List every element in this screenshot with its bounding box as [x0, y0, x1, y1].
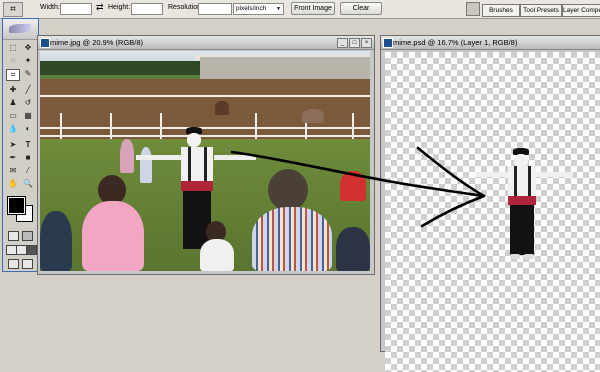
- width-field[interactable]: [60, 3, 92, 15]
- fence-rail: [40, 95, 370, 97]
- front-image-button[interactable]: Front Image: [291, 2, 335, 15]
- resolution-unit-value: pixels/inch: [236, 5, 267, 12]
- clear-button[interactable]: Clear: [340, 2, 382, 15]
- pen-icon[interactable]: ✒: [7, 153, 19, 163]
- options-bar: ⌗ Width: ⇄ Height: Resolution: pixels/in…: [0, 0, 600, 19]
- height-label: Height:: [108, 4, 131, 11]
- person-red: [340, 171, 366, 201]
- child-blue: [140, 147, 152, 183]
- mime-suspender: [204, 147, 207, 181]
- dodge-icon[interactable]: ◐: [22, 124, 34, 134]
- window-titlebar[interactable]: mime.psd @ 16.7% (Layer 1, RGB/8): [381, 36, 600, 50]
- marquee-icon[interactable]: ⬚: [7, 43, 19, 53]
- tab-tool-presets[interactable]: Tool Presets: [520, 4, 562, 17]
- spectator-striped-shirt: [252, 207, 332, 271]
- eraser-icon[interactable]: ▭: [7, 111, 19, 121]
- photo-canvas[interactable]: [40, 51, 370, 271]
- close-icon[interactable]: ×: [361, 38, 372, 48]
- quick-mask-icon[interactable]: [22, 231, 33, 241]
- maximize-icon[interactable]: □: [349, 38, 360, 48]
- gradient-icon[interactable]: ▦: [22, 111, 34, 121]
- jump-to-icon[interactable]: [22, 259, 33, 269]
- shape-icon[interactable]: ■: [22, 153, 34, 163]
- width-label: Width:: [40, 4, 60, 11]
- mime-face: [187, 133, 201, 147]
- crop-icon[interactable]: ⌗: [3, 2, 23, 17]
- mime-pants: [510, 205, 534, 255]
- document-window-psd[interactable]: mime.psd @ 16.7% (Layer 1, RGB/8): [380, 35, 600, 372]
- hand-icon[interactable]: ✋: [7, 179, 19, 189]
- adobe-online-icon[interactable]: [9, 24, 31, 33]
- clone-stamp-icon[interactable]: ♟: [7, 98, 19, 108]
- tab-layer-comps[interactable]: Layer Compe: [562, 4, 600, 17]
- brush-icon[interactable]: ╱: [22, 85, 34, 95]
- mime-shirt: [508, 166, 536, 197]
- spectator-pink-shirt: [82, 201, 144, 271]
- mime-sash: [508, 196, 536, 205]
- move-icon[interactable]: ✥: [22, 43, 34, 53]
- type-icon[interactable]: T: [22, 140, 34, 150]
- palette-well-icon[interactable]: [466, 2, 480, 16]
- crop-tool-icon[interactable]: ⌗: [6, 69, 20, 81]
- path-select-icon[interactable]: ➤: [7, 140, 19, 150]
- child-pink: [120, 139, 134, 173]
- resolution-unit-select[interactable]: pixels/inch ▼: [233, 3, 284, 15]
- toolbox: ⬚ ✥ ◌ ✦ ⌗ ✎ ✚ ╱ ♟ ↺ ▭ ▦ 💧 ◐ ➤ T ✒ ■ ✉ ⁄ …: [2, 18, 39, 272]
- mime-arm-right: [214, 155, 256, 160]
- transparent-canvas[interactable]: [385, 52, 600, 372]
- fence-rail: [40, 127, 370, 129]
- screen-mode-full-icon[interactable]: [26, 245, 37, 255]
- resolution-field[interactable]: [198, 3, 232, 15]
- standard-mode-icon[interactable]: [8, 231, 19, 241]
- document-icon: [383, 38, 393, 48]
- blur-icon[interactable]: 💧: [7, 124, 19, 134]
- window-title: mime.jpg @ 20.9% (RGB/8): [50, 38, 144, 47]
- rider-left: [215, 101, 229, 115]
- rider-right: [302, 109, 324, 123]
- document-window-jpg[interactable]: mime.jpg @ 20.9% (RGB/8) _ □ ×: [37, 35, 375, 275]
- swap-icon[interactable]: ⇄: [96, 2, 104, 13]
- spectator-dark: [336, 227, 370, 271]
- spectator-dark: [40, 211, 72, 271]
- mime-sash: [181, 181, 213, 191]
- toolbox-header: [3, 19, 38, 40]
- mime-suspender: [528, 166, 531, 197]
- fence-rail: [40, 135, 370, 137]
- document-icon: [40, 38, 50, 48]
- zoom-icon[interactable]: 🔍: [22, 179, 34, 189]
- minimize-icon[interactable]: _: [337, 38, 348, 48]
- jump-to-imageready-icon[interactable]: [8, 259, 19, 269]
- palette-well: Brushes Tool Presets Layer Compe: [460, 0, 600, 18]
- mime-shirt: [181, 147, 213, 181]
- mime-suspender: [514, 166, 517, 197]
- window-title: mime.psd @ 16.7% (Layer 1, RGB/8): [393, 38, 518, 47]
- lasso-icon[interactable]: ◌: [7, 56, 19, 66]
- mime-shoe: [510, 254, 520, 259]
- foreground-color-swatch[interactable]: [7, 196, 26, 215]
- spectator-head: [268, 169, 308, 211]
- mime-shoe: [524, 254, 534, 259]
- mime-arm-right: [535, 172, 573, 177]
- mime-arm-left: [136, 155, 186, 160]
- girl-white-shirt: [200, 239, 234, 271]
- chevron-down-icon: ▼: [276, 6, 281, 12]
- magic-wand-icon[interactable]: ✦: [22, 56, 34, 66]
- healing-brush-icon[interactable]: ✚: [7, 85, 19, 95]
- history-brush-icon[interactable]: ↺: [22, 98, 34, 108]
- window-titlebar[interactable]: mime.jpg @ 20.9% (RGB/8) _ □ ×: [38, 36, 374, 50]
- eyedropper-icon[interactable]: ⁄: [22, 166, 34, 176]
- height-field[interactable]: [131, 3, 163, 15]
- notes-icon[interactable]: ✉: [7, 166, 19, 176]
- tab-brushes[interactable]: Brushes: [482, 4, 520, 17]
- slice-icon[interactable]: ✎: [22, 69, 34, 79]
- mime-suspender: [188, 147, 191, 181]
